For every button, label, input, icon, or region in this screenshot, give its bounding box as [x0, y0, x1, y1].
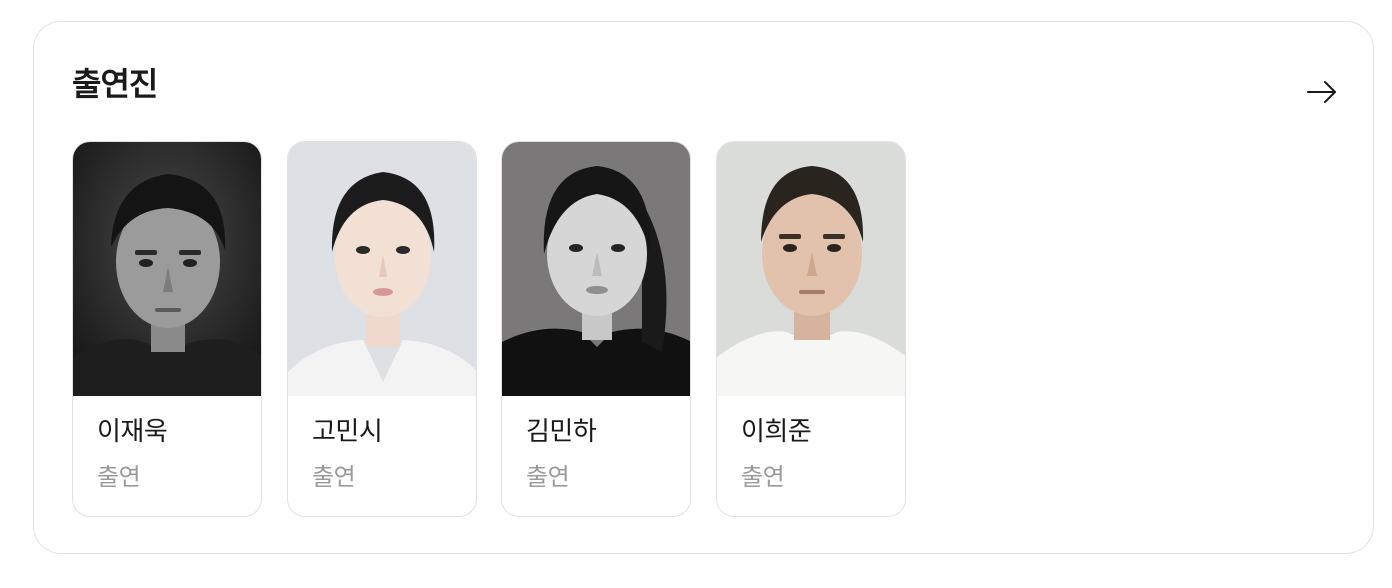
cast-role: 출연	[97, 463, 141, 491]
cast-name: 고민시	[312, 417, 383, 447]
cast-name: 이재욱	[97, 417, 168, 447]
cast-card[interactable]: 이재욱 출연	[72, 141, 262, 517]
cast-role: 출연	[741, 463, 785, 491]
cast-role: 출연	[312, 463, 356, 491]
section-title: 출연진	[72, 65, 158, 103]
cast-name: 김민하	[526, 417, 597, 447]
cast-photo	[502, 142, 690, 396]
arrow-right-icon	[1307, 81, 1336, 103]
cast-card[interactable]: 이희준 출연	[716, 141, 906, 517]
cast-name: 이희준	[741, 417, 812, 447]
cast-card[interactable]: 김민하 출연	[501, 141, 691, 517]
cast-photo	[288, 142, 476, 396]
cast-card[interactable]: 고민시 출연	[287, 141, 477, 517]
cast-photo	[73, 142, 261, 396]
cast-section: 출연진 이재욱 출연 고민시 출연 김민하 출연 이희준 출연	[33, 21, 1374, 554]
cast-role: 출연	[526, 463, 570, 491]
cast-photo	[717, 142, 905, 396]
see-all-button[interactable]	[1304, 74, 1340, 110]
